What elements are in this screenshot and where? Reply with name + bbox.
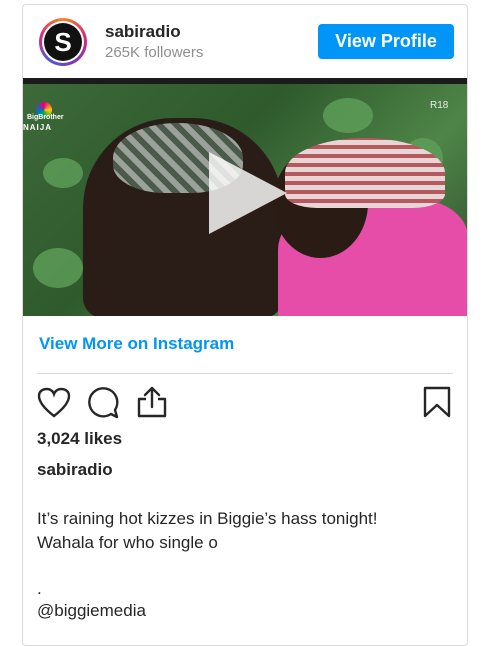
caption-dot: .: [37, 579, 42, 598]
follower-count: 265K followers: [105, 44, 204, 61]
like-count[interactable]: 3,024 likes: [37, 429, 122, 449]
share-icon[interactable]: [136, 385, 168, 419]
background-leaf: [33, 248, 83, 288]
video-top-border: [23, 78, 467, 84]
instagram-embed-card: S sabiradio 265K followers View Profile …: [22, 4, 468, 646]
divider: [37, 373, 453, 374]
caption-username[interactable]: sabiradio: [37, 460, 113, 480]
action-bar: [23, 381, 467, 427]
profile-username[interactable]: sabiradio: [105, 22, 181, 42]
view-profile-button[interactable]: View Profile: [318, 24, 454, 59]
avatar-logo: S: [44, 23, 82, 61]
play-icon[interactable]: [209, 152, 287, 234]
avatar-ring: S: [42, 21, 84, 63]
background-leaf: [43, 158, 83, 188]
heart-icon[interactable]: [37, 387, 71, 419]
avatar[interactable]: S: [39, 18, 87, 66]
show-logo-text: BigBrother: [27, 114, 64, 121]
show-logo-naija: NAIJA: [23, 123, 53, 132]
headwrap-right: [285, 138, 445, 208]
age-rating: R18: [430, 100, 449, 111]
comment-icon[interactable]: [86, 386, 120, 420]
view-more-link[interactable]: View More on Instagram: [39, 334, 234, 354]
caption-mention[interactable]: @biggiemedia: [37, 601, 146, 621]
post-header: S sabiradio 265K followers View Profile: [23, 5, 467, 77]
bookmark-icon[interactable]: [422, 385, 452, 419]
video-thumbnail[interactable]: BigBrother NAIJA R18: [23, 78, 467, 316]
caption-text: It’s raining hot kizzes in Biggie’s hass…: [37, 509, 378, 552]
background-leaf: [323, 98, 373, 133]
avatar-letter: S: [54, 27, 72, 57]
